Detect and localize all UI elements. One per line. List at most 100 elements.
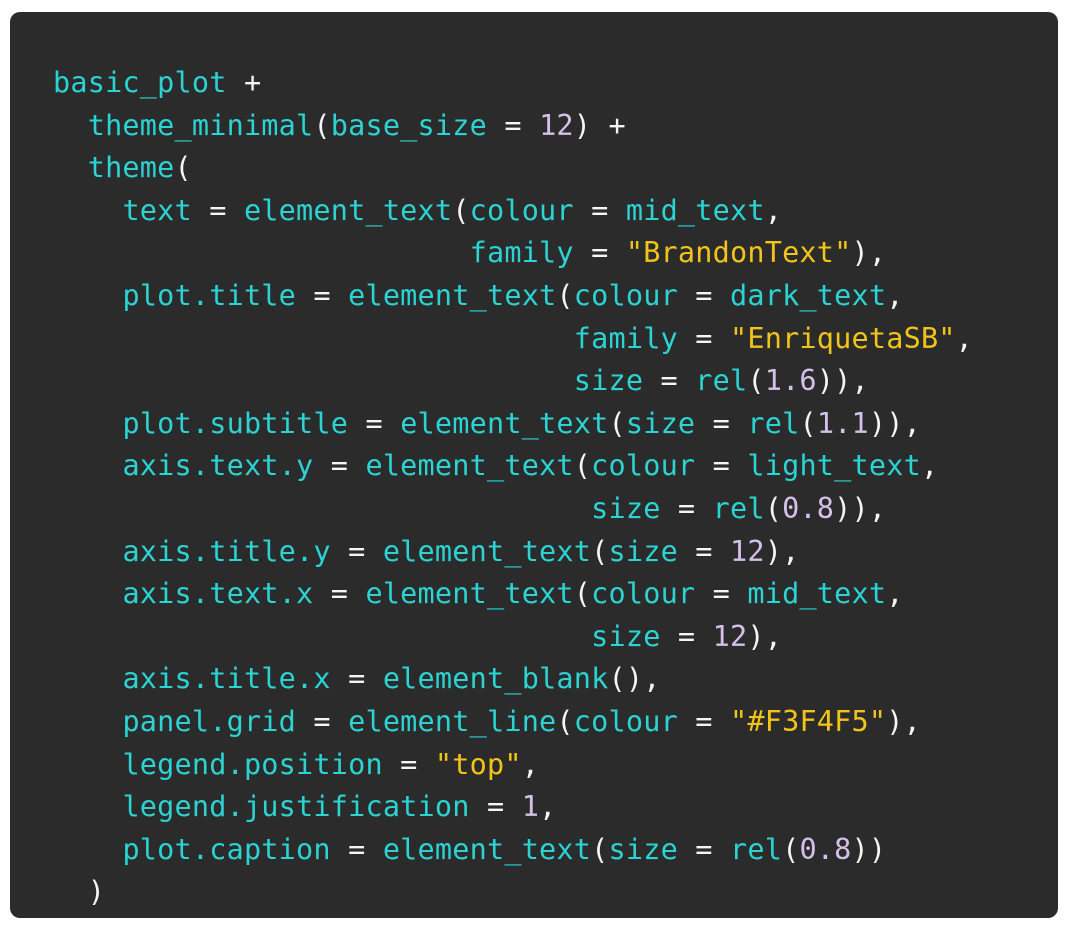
code-operator: ( [174, 151, 192, 185]
code-number: 0.8 [799, 832, 852, 866]
code-identifier: element_text [382, 534, 592, 568]
code-operator: ( [764, 491, 783, 525]
code-identifier: element_text [243, 193, 453, 227]
code-operator: )), [834, 491, 887, 525]
code-line: plot.title = element_text(colour = dark_… [53, 275, 1058, 318]
code-line: size = 12), [53, 616, 1058, 659]
code-identifier: colour [591, 577, 696, 611]
code-identifier: rel [712, 491, 765, 525]
code-identifier: rel [730, 832, 783, 866]
code-line: text = element_text(colour = mid_text, [53, 190, 1058, 233]
code-operator: = [191, 193, 244, 227]
code-operator: ( [799, 406, 817, 440]
code-operator [53, 790, 122, 823]
code-string: "BrandonText" [625, 236, 852, 270]
code-line: ) [53, 871, 1058, 914]
code-operator: , [764, 193, 783, 227]
code-operator: ( [782, 832, 800, 866]
code-identifier: base_size [330, 108, 487, 142]
code-operator: + [226, 66, 262, 99]
code-identifier: light_text [747, 449, 921, 483]
code-line: size = rel(0.8)), [53, 488, 1058, 531]
code-operator [53, 833, 122, 866]
code-operator: = [330, 662, 383, 696]
code-number: 12 [730, 534, 765, 568]
code-operator [53, 620, 591, 653]
code-identifier: dark_text [730, 278, 887, 312]
code-text: basic_plot + theme_minimal(base_size = 1… [53, 62, 1058, 914]
code-operator: = [296, 278, 349, 312]
code-operator: = [695, 577, 748, 611]
code-operator: = [660, 491, 713, 525]
code-identifier: axis.text.y [122, 449, 314, 483]
code-line: family = "BrandonText"), [53, 232, 1058, 275]
code-line: size = rel(1.6)), [53, 360, 1058, 403]
code-operator [53, 364, 574, 397]
code-operator: = [330, 534, 383, 568]
code-operator: ( [556, 278, 574, 312]
code-operator: = [677, 534, 731, 568]
code-identifier: size [608, 832, 678, 866]
code-identifier: theme [87, 151, 175, 185]
code-operator: = [677, 321, 730, 355]
code-operator [53, 662, 122, 695]
code-identifier: text [122, 193, 192, 227]
code-operator: ( [313, 108, 331, 142]
code-operator: (), [608, 662, 661, 696]
code-operator: = [573, 236, 626, 270]
code-line: theme( [53, 147, 1058, 190]
code-operator [53, 492, 591, 525]
code-identifier: legend.justification [122, 790, 470, 824]
code-operator [53, 279, 122, 312]
code-identifier: basic_plot [53, 66, 227, 99]
code-number: 1.6 [764, 364, 817, 398]
code-identifier: element_text [400, 406, 609, 440]
code-identifier: element_blank [382, 662, 609, 696]
code-identifier: rel [747, 406, 800, 440]
code-operator: = [486, 108, 540, 142]
code-operator: = [382, 747, 435, 781]
code-number: 1 [521, 790, 540, 824]
code-operator [53, 748, 122, 781]
code-identifier: colour [469, 193, 574, 227]
code-line: family = "EnriquetaSB", [53, 318, 1058, 361]
code-identifier: size [608, 534, 678, 568]
code-identifier: axis.text.x [122, 577, 314, 611]
code-operator: = [573, 193, 626, 227]
code-line: axis.text.x = element_text(colour = mid_… [53, 573, 1058, 616]
code-number: 12 [539, 108, 574, 142]
code-block: basic_plot + theme_minimal(base_size = 1… [10, 12, 1058, 918]
code-operator: , [955, 321, 974, 355]
code-operator: ), [764, 534, 800, 568]
code-operator: ( [573, 449, 592, 483]
code-operator [53, 236, 470, 269]
code-operator: )) [851, 832, 887, 866]
code-operator: ) + [573, 108, 626, 142]
code-number: 12 [712, 619, 748, 653]
code-operator: ), [747, 619, 783, 653]
code-string: "#F3F4F5" [730, 704, 887, 738]
code-line: panel.grid = element_line(colour = "#F3F… [53, 701, 1058, 744]
code-identifier: family [573, 321, 678, 355]
code-identifier: element_line [348, 704, 557, 738]
code-operator: = [695, 406, 748, 440]
code-operator [53, 535, 122, 568]
code-operator: = [348, 406, 401, 440]
code-identifier: plot.subtitle [122, 406, 349, 440]
code-operator: ( [573, 577, 592, 611]
code-operator: )), [816, 364, 869, 398]
code-operator: = [313, 577, 366, 611]
code-identifier: legend.position [122, 747, 383, 781]
code-operator: = [330, 832, 383, 866]
code-identifier: colour [573, 278, 678, 312]
code-identifier: element_text [365, 577, 574, 611]
code-line: axis.text.y = element_text(colour = ligh… [53, 445, 1058, 488]
code-operator: ( [452, 193, 470, 227]
code-identifier: colour [573, 704, 678, 738]
code-line: theme_minimal(base_size = 12) + [53, 105, 1058, 148]
code-operator [53, 194, 122, 227]
code-identifier: axis.title.y [122, 534, 331, 568]
code-operator [53, 577, 122, 610]
code-operator [53, 705, 122, 738]
code-operator: )), [868, 406, 921, 440]
